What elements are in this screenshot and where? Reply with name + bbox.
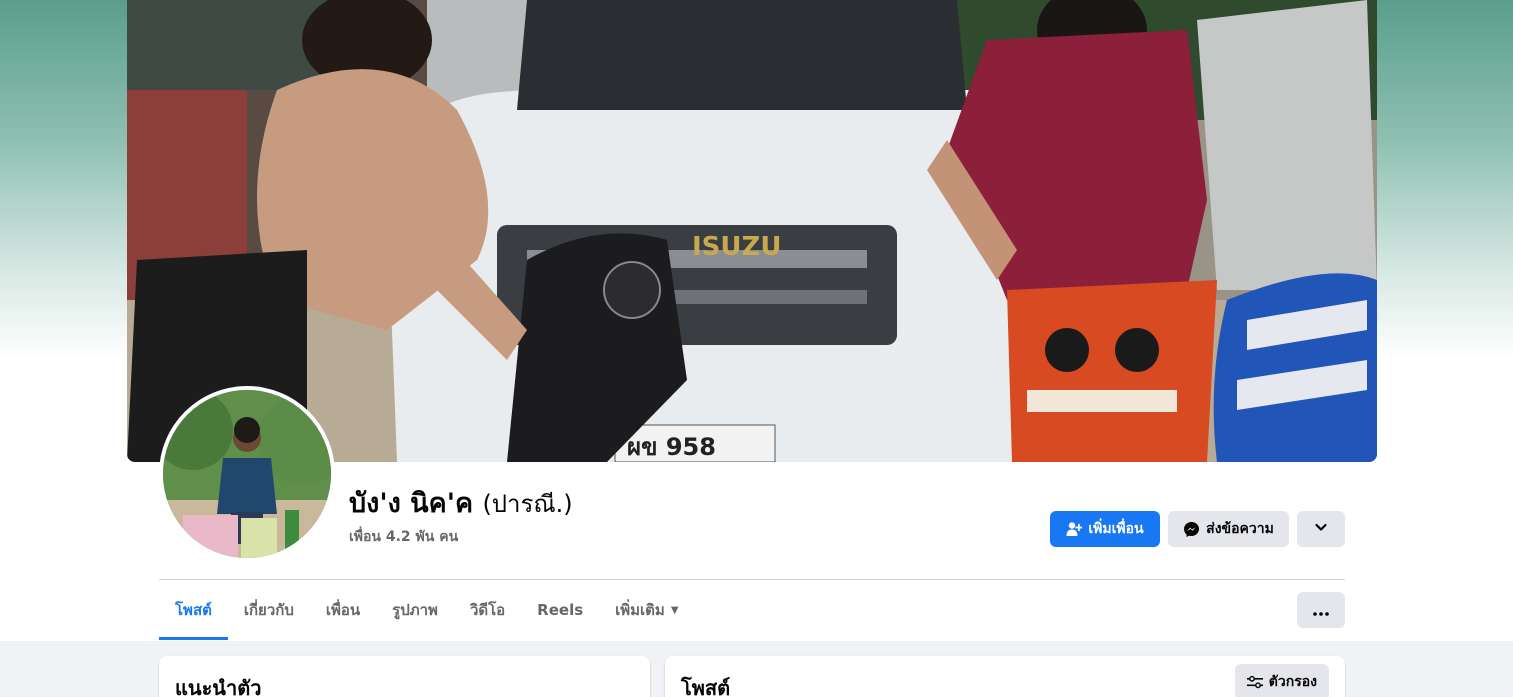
intro-card: แนะนำตัว bbox=[159, 656, 650, 697]
avatar bbox=[163, 390, 331, 558]
tab-reels[interactable]: Reels bbox=[521, 580, 599, 640]
message-button[interactable]: ส่งข้อความ bbox=[1168, 511, 1289, 547]
add-friend-label: เพิ่มเพื่อน bbox=[1088, 521, 1144, 537]
profile-name-block: บัง'ง นิค'ค (ปารณี.) เพื่อน 4.2 พัน คน bbox=[349, 486, 573, 548]
friends-count[interactable]: เพื่อน 4.2 พัน คน bbox=[349, 526, 573, 548]
tab-label: เพื่อน bbox=[325, 601, 361, 619]
display-name: บัง'ง นิค'ค bbox=[349, 488, 474, 519]
posts-card: โพสต์ ตัวกรอง bbox=[665, 656, 1345, 697]
add-friend-icon bbox=[1066, 521, 1083, 537]
message-label: ส่งข้อความ bbox=[1206, 521, 1274, 537]
alternate-name: (ปารณี.) bbox=[482, 490, 573, 518]
add-friend-button[interactable]: เพิ่มเพื่อน bbox=[1050, 511, 1160, 547]
tab-label: Reels bbox=[537, 601, 584, 619]
cover-plate-text: ผข 958 bbox=[627, 433, 716, 461]
cover-photo[interactable]: ISUZU ผข 958 bbox=[127, 0, 1377, 462]
intro-card-title: แนะนำตัว bbox=[175, 676, 262, 697]
profile-dropdown-button[interactable] bbox=[1297, 511, 1345, 547]
messenger-icon bbox=[1183, 521, 1200, 538]
tab-label: เกี่ยวกับ bbox=[243, 601, 294, 619]
filter-icon bbox=[1246, 675, 1263, 689]
tab-photos[interactable]: รูปภาพ bbox=[376, 580, 454, 640]
tab-more[interactable]: เพิ่มเติม ▼ bbox=[599, 580, 694, 640]
posts-card-title: โพสต์ bbox=[681, 676, 731, 697]
filter-button[interactable]: ตัวกรอง bbox=[1234, 664, 1329, 697]
ellipsis-icon bbox=[1313, 601, 1329, 620]
filter-label: ตัวกรอง bbox=[1268, 674, 1317, 690]
more-options-button[interactable] bbox=[1297, 592, 1345, 628]
profile-name: บัง'ง นิค'ค (ปารณี.) bbox=[349, 486, 573, 522]
cover-grille-text: ISUZU bbox=[692, 232, 781, 262]
tab-friends[interactable]: เพื่อน bbox=[310, 580, 376, 640]
chevron-down-icon bbox=[1314, 520, 1328, 538]
tab-label: เพิ่มเติม bbox=[615, 601, 665, 619]
caret-down-icon: ▼ bbox=[670, 604, 679, 616]
tab-label: วิดีโอ bbox=[469, 601, 506, 619]
tab-posts[interactable]: โพสต์ bbox=[159, 580, 228, 640]
profile-picture[interactable] bbox=[159, 386, 335, 562]
tab-label: รูปภาพ bbox=[392, 601, 438, 619]
profile-tabs: โพสต์ เกี่ยวกับ เพื่อน รูปภาพ วิดีโอ Ree… bbox=[159, 580, 695, 640]
tab-videos[interactable]: วิดีโอ bbox=[454, 580, 521, 640]
tab-about[interactable]: เกี่ยวกับ bbox=[228, 580, 310, 640]
tab-label: โพสต์ bbox=[175, 601, 212, 619]
